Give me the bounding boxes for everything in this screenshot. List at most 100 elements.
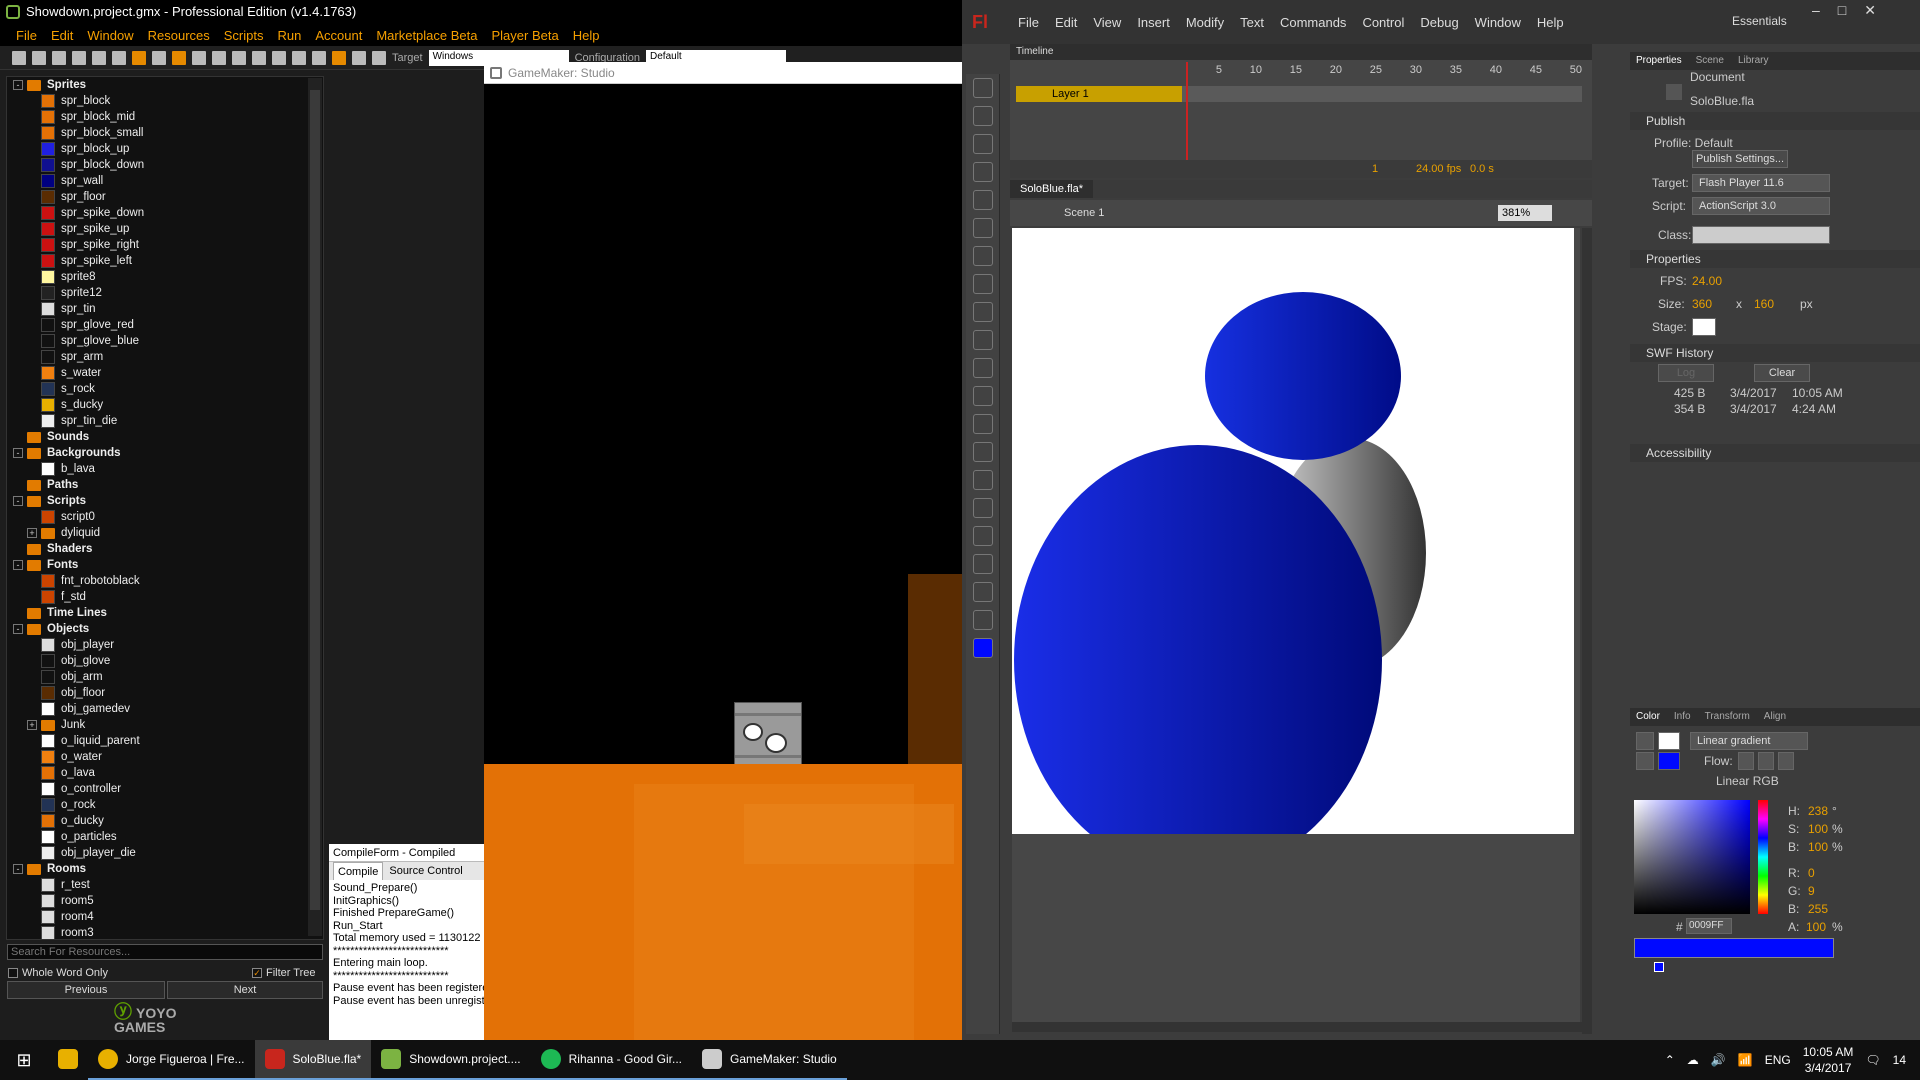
tab-source-control[interactable]: Source Control bbox=[389, 862, 462, 880]
tree-group[interactable]: - Objects bbox=[7, 621, 323, 637]
target-select[interactable]: Flash Player 11.6 bbox=[1692, 174, 1830, 192]
hue-slider[interactable] bbox=[1758, 800, 1768, 914]
gm-menu-edit[interactable]: Edit bbox=[51, 28, 73, 43]
tree-group[interactable]: Sounds bbox=[7, 429, 323, 445]
layer-row[interactable]: Layer 1 bbox=[1016, 86, 1182, 102]
gm-menu-window[interactable]: Window bbox=[87, 28, 133, 43]
tree-item[interactable]: o_particles bbox=[7, 829, 323, 845]
tree-group[interactable]: - Rooms bbox=[7, 861, 323, 877]
scrollbar-thumb[interactable] bbox=[310, 90, 320, 910]
tree-item[interactable]: room4 bbox=[7, 909, 323, 925]
gm-menu-resources[interactable]: Resources bbox=[148, 28, 210, 43]
g-value[interactable]: 9 bbox=[1808, 884, 1815, 898]
stroke-swatch[interactable] bbox=[1658, 732, 1680, 750]
tree-item[interactable]: spr_spike_up bbox=[7, 221, 323, 237]
tree-item[interactable]: b_lava bbox=[7, 461, 323, 477]
notification-icon[interactable]: 🗨 bbox=[1865, 1053, 1880, 1067]
open-project-icon[interactable] bbox=[32, 50, 46, 65]
close-icon[interactable]: ✕ bbox=[1864, 2, 1876, 19]
s-value[interactable]: 100 bbox=[1808, 822, 1828, 836]
windows-start-icon[interactable]: ⊞ bbox=[0, 1040, 48, 1080]
flow-reflect-icon[interactable] bbox=[1758, 752, 1774, 770]
tree-group[interactable]: - Sprites bbox=[7, 77, 323, 93]
collapse-icon[interactable]: - bbox=[13, 80, 23, 90]
tree-item[interactable]: fnt_robotoblack bbox=[7, 573, 323, 589]
tree-item[interactable]: spr_tin bbox=[7, 301, 323, 317]
stage-vertical-scrollbar[interactable] bbox=[1582, 228, 1592, 1034]
minimize-icon[interactable]: – bbox=[1812, 2, 1820, 19]
taskbar-item-chrome[interactable]: Jorge Figueroa | Fre... bbox=[88, 1040, 255, 1080]
tree-group[interactable]: - Backgrounds bbox=[7, 445, 323, 461]
previous-button[interactable]: Previous bbox=[7, 981, 165, 999]
save-project-icon[interactable] bbox=[52, 50, 66, 65]
line-tool-icon[interactable] bbox=[972, 274, 993, 294]
tree-item[interactable]: o_controller bbox=[7, 781, 323, 797]
free-transform-tool-icon[interactable] bbox=[972, 134, 993, 154]
fl-menu-commands[interactable]: Commands bbox=[1280, 15, 1346, 30]
blue-value[interactable]: 255 bbox=[1808, 902, 1828, 916]
stop-icon[interactable] bbox=[132, 50, 146, 65]
new-project-icon[interactable] bbox=[12, 50, 26, 65]
resource-search-input[interactable]: Search For Resources... bbox=[7, 944, 323, 960]
tree-item[interactable]: sprite8 bbox=[7, 269, 323, 285]
height-value[interactable]: 160 bbox=[1754, 297, 1774, 311]
3d-rotation-tool-icon[interactable] bbox=[972, 162, 993, 182]
create-background-icon[interactable] bbox=[212, 50, 226, 65]
stage[interactable] bbox=[1012, 228, 1574, 834]
tree-item[interactable]: spr_block_mid bbox=[7, 109, 323, 125]
language-indicator[interactable]: ENG bbox=[1765, 1053, 1791, 1067]
stroke-color-icon[interactable] bbox=[1636, 732, 1654, 750]
tree-item[interactable]: obj_arm bbox=[7, 669, 323, 685]
whole-word-checkbox[interactable]: Whole Word Only bbox=[8, 965, 168, 981]
gm-menu-marketplace[interactable]: Marketplace Beta bbox=[376, 28, 477, 43]
tree-group[interactable]: Paths bbox=[7, 477, 323, 493]
publish-section[interactable]: Publish bbox=[1630, 112, 1920, 130]
tree-group[interactable]: Time Lines bbox=[7, 605, 323, 621]
fl-menu-view[interactable]: View bbox=[1093, 15, 1121, 30]
network-icon[interactable]: 📶 bbox=[1738, 1053, 1753, 1067]
zoom-tool-icon[interactable] bbox=[972, 582, 993, 602]
show-hidden-icons-icon[interactable]: ⌃ bbox=[1665, 1053, 1675, 1067]
fill-swatch[interactable] bbox=[1658, 752, 1680, 770]
eyedropper-tool-icon[interactable] bbox=[972, 498, 993, 518]
onedrive-icon[interactable]: ☁ bbox=[1687, 1053, 1699, 1067]
create-object-icon[interactable] bbox=[332, 50, 346, 65]
tree-item[interactable]: room3 bbox=[7, 925, 323, 939]
eraser-tool-icon[interactable] bbox=[972, 526, 993, 546]
accessibility-section[interactable]: Accessibility bbox=[1630, 444, 1920, 462]
tree-item[interactable]: obj_player_die bbox=[7, 845, 323, 861]
tree-group[interactable]: - Fonts bbox=[7, 557, 323, 573]
tree-item[interactable]: obj_player bbox=[7, 637, 323, 653]
fl-menu-file[interactable]: File bbox=[1018, 15, 1039, 30]
tab-scene[interactable]: Scene bbox=[1696, 52, 1724, 70]
document-tab[interactable]: SoloBlue.fla* bbox=[1010, 180, 1093, 198]
tab-properties[interactable]: Properties bbox=[1636, 52, 1682, 70]
tree-item[interactable]: o_ducky bbox=[7, 813, 323, 829]
tree-item[interactable]: spr_block_up bbox=[7, 141, 323, 157]
tree-item[interactable]: spr_block_down bbox=[7, 157, 323, 173]
collapse-icon[interactable]: - bbox=[13, 624, 23, 634]
volume-icon[interactable]: 🔊 bbox=[1711, 1053, 1726, 1067]
tree-item[interactable]: room5 bbox=[7, 893, 323, 909]
frame-strip[interactable] bbox=[1182, 86, 1582, 102]
create-sound-icon[interactable] bbox=[192, 50, 206, 65]
blue-small-ellipse[interactable] bbox=[1205, 292, 1401, 460]
stage-color-swatch[interactable] bbox=[1692, 318, 1716, 336]
fl-menu-modify[interactable]: Modify bbox=[1186, 15, 1224, 30]
class-input[interactable] bbox=[1692, 226, 1830, 244]
create-shader-icon[interactable] bbox=[272, 50, 286, 65]
fill-color-icon[interactable] bbox=[972, 638, 993, 658]
tab-library[interactable]: Library bbox=[1738, 52, 1769, 70]
paint-bucket-tool-icon[interactable] bbox=[972, 442, 993, 462]
publish-settings-button[interactable]: Publish Settings... bbox=[1692, 150, 1788, 168]
tree-item[interactable]: spr_wall bbox=[7, 173, 323, 189]
create-timeline-icon[interactable] bbox=[312, 50, 326, 65]
tab-color[interactable]: Color bbox=[1636, 708, 1660, 726]
log-button[interactable]: Log bbox=[1658, 364, 1714, 382]
collapse-icon[interactable]: - bbox=[13, 448, 23, 458]
filter-tree-checkbox[interactable]: ✓ Filter Tree bbox=[252, 965, 322, 981]
gm-menu-run[interactable]: Run bbox=[277, 28, 301, 43]
tree-item[interactable]: o_water bbox=[7, 749, 323, 765]
a-value[interactable]: 100 bbox=[1806, 920, 1826, 934]
gm-menu-file[interactable]: File bbox=[16, 28, 37, 43]
